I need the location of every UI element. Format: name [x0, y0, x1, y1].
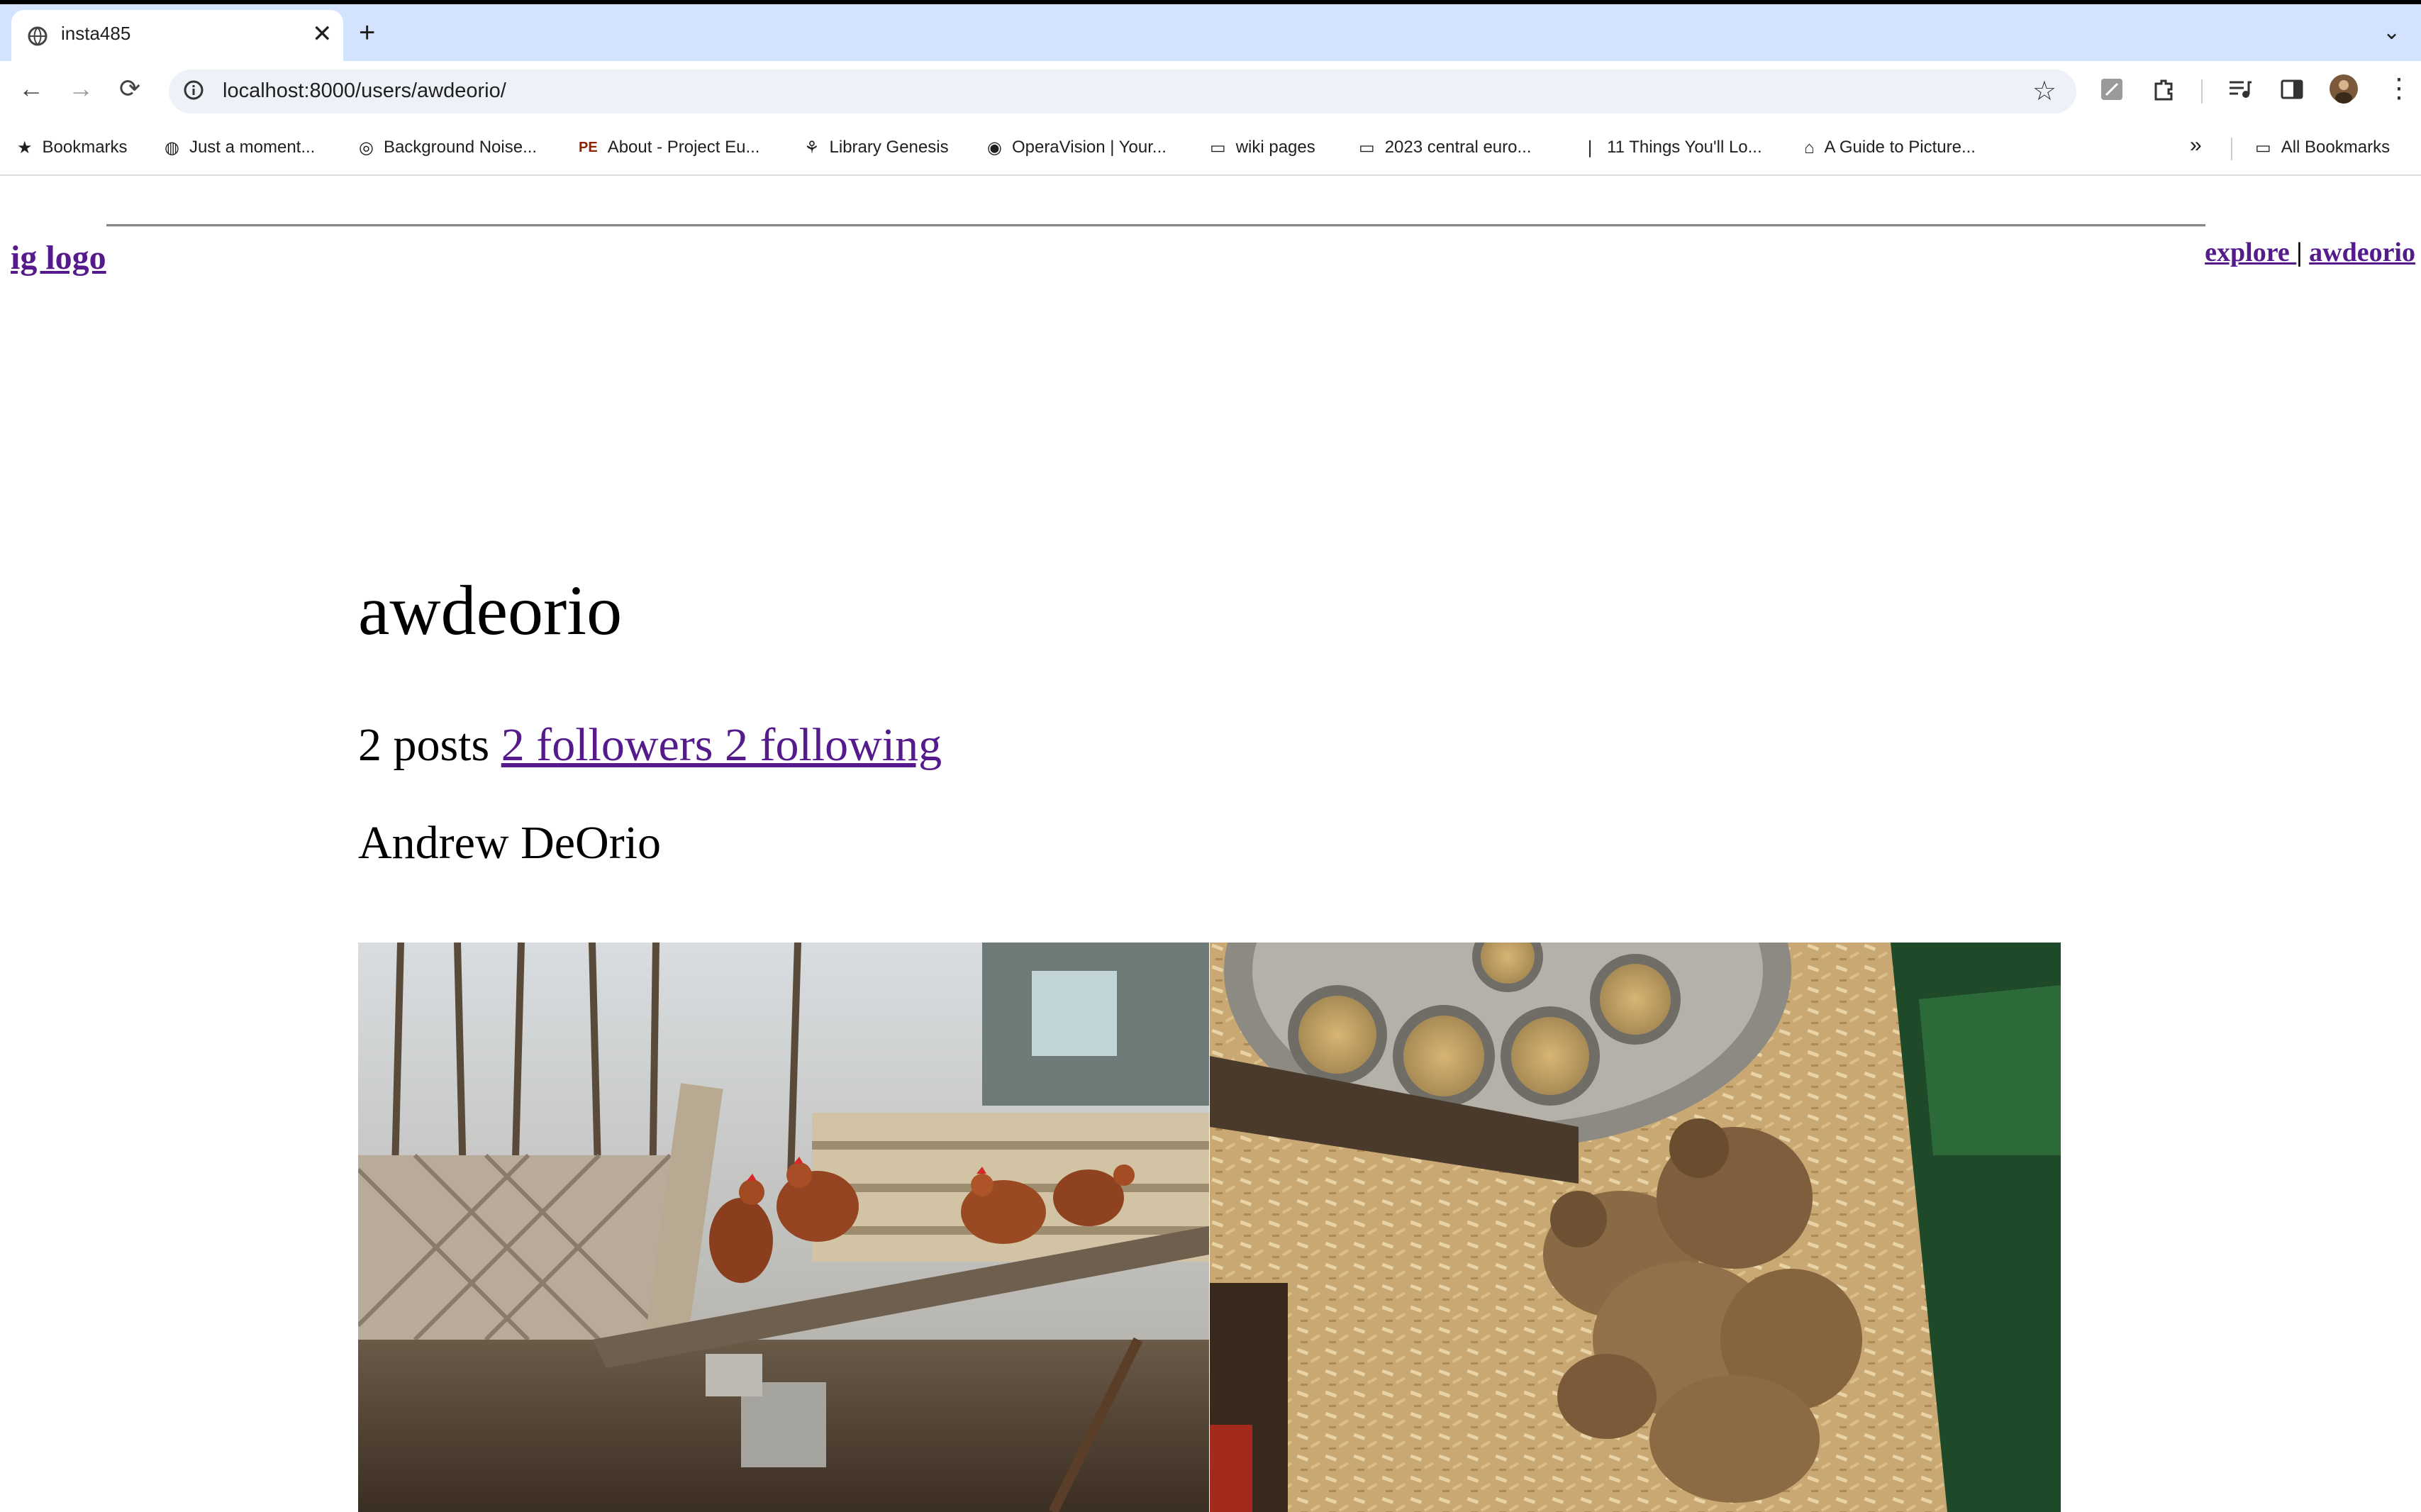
globe-icon	[28, 26, 48, 46]
page-content: ig logo explore | awdeorio awdeorio 2 po…	[0, 176, 2421, 1512]
followers-following-link[interactable]: 2 followers 2 following	[501, 719, 942, 771]
toolbar-divider	[2201, 79, 2203, 104]
bookmark-item[interactable]: PE About - Project Eu...	[579, 138, 759, 157]
bookmark-item[interactable]: ❘ 11 Things You'll Lo...	[1583, 138, 1762, 158]
site-icon: ◎	[359, 138, 374, 158]
full-name: Andrew DeOrio	[358, 817, 662, 869]
bookmark-item[interactable]: ⚘ Library Genesis	[804, 138, 949, 158]
post-thumbnail[interactable]	[1210, 943, 2061, 1512]
side-panel-icon[interactable]	[2279, 77, 2305, 102]
site-icon: ❘	[1583, 138, 1598, 158]
all-bookmarks-button[interactable]: ▭ All Bookmarks	[2255, 138, 2390, 158]
bookmark-item[interactable]: ◎ Background Noise...	[359, 138, 537, 158]
close-icon[interactable]: ✕	[312, 20, 333, 48]
bookmarks-overflow-button[interactable]: »	[2190, 133, 2202, 157]
site-icon: ⌂	[1804, 138, 1815, 157]
bookmark-item[interactable]: ⌂ A Guide to Picture...	[1804, 138, 1976, 158]
back-button[interactable]: ←	[18, 74, 44, 104]
chickens-photo	[358, 943, 1209, 1512]
extension-icon[interactable]	[2099, 77, 2125, 102]
site-icon: ◉	[987, 138, 1002, 158]
tab-strip: insta485 ✕ + ⌄	[0, 4, 2421, 61]
bookmarks-divider	[2231, 138, 2232, 160]
url-text[interactable]: localhost:8000/users/awdeorio/	[223, 79, 506, 103]
chicks-photo	[1210, 943, 2061, 1512]
site-icon: ⚘	[804, 138, 820, 158]
browser-toolbar: ← → ⟳ localhost:8000/users/awdeorio/ ☆ ⋮	[0, 61, 2421, 123]
explore-link[interactable]: explore	[2205, 238, 2296, 267]
post-thumbnail[interactable]	[358, 943, 1209, 1512]
tab-insta485[interactable]: insta485 ✕	[11, 10, 343, 61]
profile-stats: 2 posts 2 followers 2 following	[358, 718, 942, 772]
folder-icon: ▭	[1359, 138, 1375, 158]
bookmark-item[interactable]: ◍ Just a moment...	[165, 138, 315, 158]
folder-icon: ▭	[1210, 138, 1226, 158]
nav-separator: |	[2296, 238, 2303, 267]
bookmark-item[interactable]: ◉ OperaVision | Your...	[987, 138, 1167, 158]
logo-link[interactable]: ig logo	[11, 238, 106, 277]
bookmark-star-icon[interactable]: ☆	[2032, 75, 2057, 107]
star-icon: ★	[17, 138, 33, 158]
globe-icon: ◍	[165, 138, 179, 158]
bookmark-item[interactable]: ▭ 2023 central euro...	[1359, 138, 1532, 158]
puzzle-icon[interactable]	[2152, 77, 2177, 102]
bookmark-item[interactable]: ★ Bookmarks	[17, 138, 128, 158]
menu-icon[interactable]: ⋮	[2386, 72, 2412, 104]
post-count: 2 posts	[358, 719, 490, 771]
address-bar[interactable]: localhost:8000/users/awdeorio/ ☆	[169, 70, 2076, 113]
reload-button[interactable]: ⟳	[119, 74, 140, 104]
header-divider	[106, 224, 2205, 227]
bookmark-item[interactable]: ▭ wiki pages	[1210, 138, 1315, 158]
header-nav: explore | awdeorio	[2205, 237, 2415, 268]
user-link[interactable]: awdeorio	[2309, 238, 2415, 267]
bookmarks-bar: ★ Bookmarks ◍ Just a moment... ◎ Background…	[0, 123, 2421, 176]
tab-search-button[interactable]: ⌄	[2383, 20, 2400, 45]
avatar[interactable]	[2329, 74, 2359, 104]
site-info-icon[interactable]	[183, 79, 204, 101]
folder-icon: ▭	[2255, 138, 2271, 158]
page-title: awdeorio	[358, 571, 623, 650]
media-controls-icon[interactable]	[2227, 77, 2252, 102]
forward-button[interactable]: →	[68, 74, 94, 104]
tab-title: insta485	[61, 23, 131, 44]
pe-icon: PE	[579, 140, 598, 156]
new-tab-button[interactable]: +	[359, 17, 375, 49]
